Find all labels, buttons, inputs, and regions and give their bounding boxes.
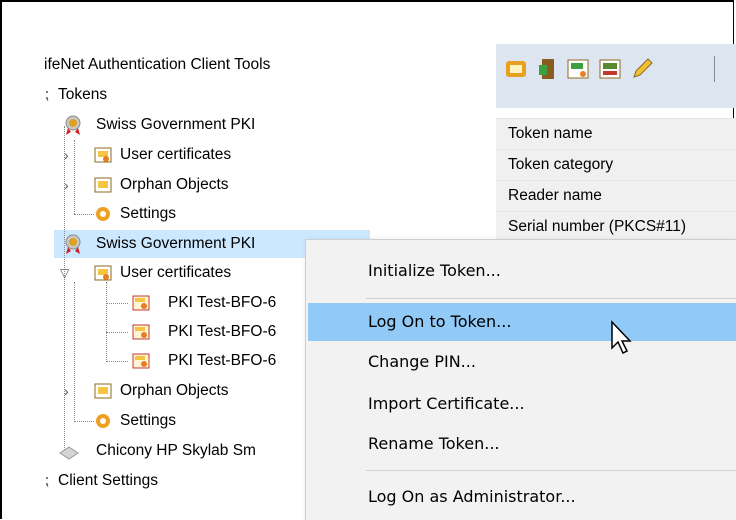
tree-cert-2[interactable]: PKI Test-BFO-6 (128, 319, 308, 345)
tree-cert-3[interactable]: PKI Test-BFO-6 (128, 348, 308, 374)
tree-connector (106, 332, 128, 333)
toolbar (496, 44, 736, 108)
tree-connector (106, 282, 107, 362)
certificate-icon (132, 324, 150, 340)
tree-cert-1-label: PKI Test-BFO-6 (168, 294, 277, 311)
tree-client-settings-label: Client Settings (58, 472, 158, 489)
tree-orphan-2-label: Orphan Objects (120, 382, 229, 399)
tree-cert-3-label: PKI Test-BFO-6 (168, 352, 277, 369)
certificate-folder-icon (94, 265, 112, 281)
tree-token-1-label: Swiss Government PKI (96, 116, 256, 133)
menu-item-log-on-as-administrator[interactable]: Log On as Administrator... (308, 478, 736, 516)
property-reader-name: Reader name (496, 180, 736, 210)
context-menu: Initialize Token... Log On to Token... C… (306, 240, 736, 520)
tree-settings-2[interactable]: Settings (94, 408, 294, 434)
client-settings-icon: ⁏ (44, 472, 50, 489)
menu-item-log-on-to-token[interactable]: Log On to Token... (308, 303, 736, 341)
gear-icon (96, 414, 110, 428)
tree-connector (106, 303, 128, 304)
import-certificate-icon[interactable] (566, 57, 590, 81)
toolbar-separator (714, 56, 715, 82)
certificate-icon (132, 295, 150, 311)
tokens-icon: ⁏ (44, 86, 50, 103)
tree-cert-1[interactable]: PKI Test-BFO-6 (128, 290, 308, 316)
tree-root[interactable]: ifeNet Authentication Client Tools (44, 52, 270, 78)
property-serial-number: Serial number (PKCS#11) (496, 211, 736, 241)
logon-door-icon[interactable] (536, 57, 560, 81)
chevron-right-icon[interactable]: › (64, 142, 69, 168)
tree-orphan-2[interactable]: › Orphan Objects (64, 378, 324, 404)
chevron-right-icon[interactable]: › (64, 172, 69, 198)
change-pin-icon[interactable] (598, 57, 622, 81)
tree-settings-2-label: Settings (120, 412, 177, 429)
token-medal-icon (65, 234, 81, 254)
tree-orphan-1[interactable]: › Orphan Objects (64, 172, 324, 198)
tree-user-certs-1-label: User certificates (120, 146, 232, 163)
tree-root-label: ifeNet Authentication Client Tools (44, 56, 271, 73)
tree-connector (106, 361, 128, 362)
menu-item-rename-token[interactable]: Rename Token... (308, 425, 736, 463)
token-info-icon[interactable] (504, 57, 528, 81)
chevron-right-icon[interactable]: › (64, 378, 69, 404)
tree-connector (74, 421, 94, 422)
tree-user-certs-2[interactable]: ▽ User certificates (60, 260, 324, 286)
tree-user-certs-1[interactable]: › User certificates (64, 142, 324, 168)
tree-user-certs-2-label: User certificates (120, 264, 232, 281)
menu-separator (366, 470, 736, 471)
tree-token-1[interactable]: Swiss Government PKI (54, 112, 354, 138)
tree-token-2-label: Swiss Government PKI (96, 235, 256, 252)
gear-icon (96, 207, 110, 221)
orphan-objects-icon (94, 177, 112, 193)
mouse-cursor-icon (611, 320, 632, 355)
tree-cert-2-label: PKI Test-BFO-6 (168, 323, 277, 340)
tree-tokens-label: Tokens (58, 86, 108, 103)
chevron-down-icon[interactable]: ▽ (60, 260, 69, 286)
menu-item-initialize-token[interactable]: Initialize Token... (308, 252, 736, 290)
reader-icon (59, 446, 79, 460)
property-token-name: Token name (496, 118, 736, 148)
tree-settings-1[interactable]: Settings (94, 201, 294, 227)
token-medal-icon (65, 115, 81, 135)
tree-settings-1-label: Settings (120, 205, 177, 222)
menu-item-import-certificate[interactable]: Import Certificate... (308, 385, 736, 423)
certificate-folder-icon (94, 147, 112, 163)
tree-reader-label: Chicony HP Skylab Sm (96, 442, 256, 459)
tree-reader[interactable]: Chicony HP Skylab Sm (54, 438, 314, 464)
tree-connector (74, 214, 94, 215)
orphan-objects-icon (94, 383, 112, 399)
tree-orphan-1-label: Orphan Objects (120, 176, 229, 193)
menu-separator (366, 298, 736, 299)
properties-list: Token name Token category Reader name Se… (496, 118, 736, 248)
rename-pencil-icon[interactable] (630, 57, 654, 81)
property-token-category: Token category (496, 149, 736, 179)
menu-item-change-pin[interactable]: Change PIN... (308, 343, 736, 381)
certificate-icon (132, 353, 150, 369)
